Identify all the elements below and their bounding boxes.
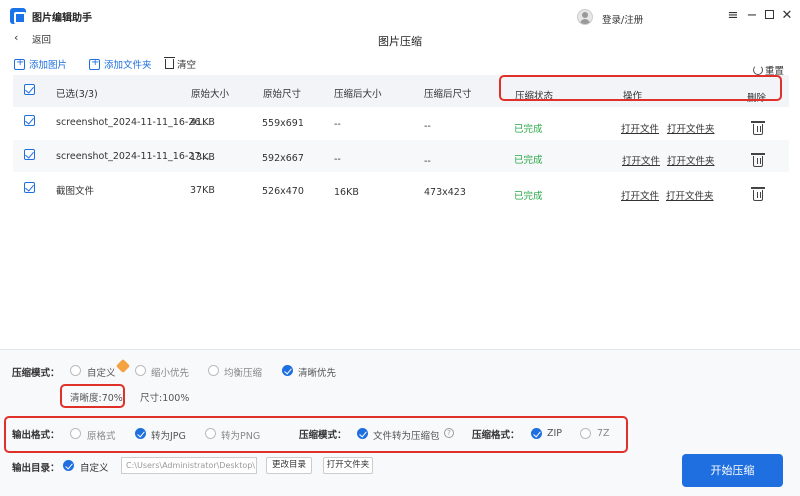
add-image-label: 添加图片 [29, 60, 68, 71]
add-image-icon [14, 57, 25, 70]
mode-clarity-radio[interactable] [282, 365, 293, 376]
status-badge: 已完成 [514, 191, 543, 202]
header-new-dim: 压缩后尺寸 [424, 89, 472, 100]
orig-size: 13KB [190, 152, 215, 163]
minimize-icon[interactable]: − [745, 9, 759, 23]
format-original-radio[interactable] [70, 428, 81, 439]
status-badge: 已完成 [514, 124, 543, 135]
header-new-size: 压缩后大小 [334, 89, 382, 100]
outdir-label: 输出目录： [12, 463, 60, 474]
orig-size: 37KB [190, 185, 215, 196]
new-size: 16KB [334, 187, 359, 198]
mode-balanced-radio[interactable] [208, 365, 219, 376]
mode-small-radio[interactable] [135, 365, 146, 376]
avatar-icon[interactable] [577, 9, 593, 25]
outdir-custom-radio[interactable] [63, 460, 74, 471]
app-title: 图片编辑助手 [32, 13, 92, 24]
delete-row-icon[interactable] [751, 187, 765, 201]
archive-7z-radio[interactable] [580, 428, 591, 439]
pack-option-label[interactable]: 文件转为压缩包 [373, 428, 440, 442]
pack-mode-label: 压缩模式： [299, 430, 347, 441]
size-value[interactable]: 尺寸:100% [140, 390, 189, 404]
open-file-link[interactable]: 打开文件 [621, 188, 659, 202]
mode-custom-label[interactable]: 自定义 [87, 365, 116, 379]
archive-zip-label[interactable]: ZIP [547, 428, 562, 439]
orig-dim: 559x691 [262, 118, 304, 129]
archive-label: 压缩格式： [472, 430, 520, 441]
new-dim: 473x423 [424, 187, 466, 198]
clear-button[interactable]: 清空 [164, 57, 197, 71]
open-file-link[interactable]: 打开文件 [622, 153, 660, 167]
change-dir-button[interactable]: 更改目录 [266, 457, 312, 474]
clear-icon [164, 57, 175, 69]
open-folder-link[interactable]: 打开文件夹 [667, 153, 715, 167]
format-label: 输出格式： [12, 430, 60, 441]
format-png-radio[interactable] [205, 428, 216, 439]
app-logo-icon [10, 8, 26, 24]
file-name: screenshot_2024-11-11_16-27... [56, 151, 210, 162]
add-folder-label: 添加文件夹 [104, 60, 152, 71]
orig-dim: 526x470 [262, 186, 304, 197]
maximize-icon[interactable] [762, 9, 776, 23]
outdir-custom-label[interactable]: 自定义 [80, 460, 109, 474]
archive-zip-radio[interactable] [531, 428, 542, 439]
new-dim: -- [424, 156, 431, 167]
new-dim: -- [424, 121, 431, 132]
reset-icon [753, 65, 763, 75]
select-all-checkbox[interactable] [24, 84, 35, 95]
mode-custom-radio[interactable] [70, 365, 81, 376]
add-folder-icon [89, 57, 100, 70]
delete-row-icon[interactable] [751, 121, 765, 135]
new-size: -- [334, 119, 341, 130]
archive-7z-label[interactable]: 7Z [597, 428, 610, 439]
pack-option-radio[interactable] [357, 428, 368, 439]
highlight-box-status [499, 75, 782, 101]
login-link[interactable]: 登录/注册 [602, 12, 643, 26]
header-orig-dim: 原始尺寸 [263, 89, 302, 100]
mode-balanced-label[interactable]: 均衡压缩 [224, 365, 262, 379]
add-image-button[interactable]: 添加图片 [14, 57, 67, 71]
orig-dim: 592x667 [262, 153, 304, 164]
highlight-box-clarity [60, 384, 125, 408]
page-title: 图片压缩 [378, 35, 422, 48]
format-png-label[interactable]: 转为PNG [221, 428, 260, 442]
open-folder-link[interactable]: 打开文件夹 [666, 188, 714, 202]
orig-size: 41KB [190, 117, 215, 128]
menu-icon[interactable]: ≡ [726, 9, 740, 23]
format-jpg-radio[interactable] [135, 428, 146, 439]
mode-clarity-label[interactable]: 清晰优先 [298, 365, 336, 379]
format-original-label[interactable]: 原格式 [87, 428, 116, 442]
help-icon[interactable]: ? [444, 428, 454, 438]
mode-small-label[interactable]: 缩小优先 [151, 365, 189, 379]
open-folder-button[interactable]: 打开文件夹 [323, 457, 373, 474]
add-folder-button[interactable]: 添加文件夹 [89, 57, 152, 71]
outdir-path-field[interactable]: C:\Users\Administrator\Desktop\ [121, 457, 257, 474]
delete-row-icon[interactable] [751, 153, 765, 167]
clear-label: 清空 [177, 60, 197, 71]
format-jpg-label[interactable]: 转为JPG [151, 428, 186, 442]
file-name: screenshot_2024-11-11_16-26... [56, 117, 210, 128]
status-badge: 已完成 [514, 155, 543, 166]
open-file-link[interactable]: 打开文件 [621, 121, 659, 135]
open-folder-link[interactable]: 打开文件夹 [667, 121, 715, 135]
row-checkbox[interactable] [24, 149, 35, 160]
mode-label: 压缩模式： [12, 368, 60, 379]
file-name: 截图文件 [56, 186, 95, 197]
new-size: -- [334, 154, 341, 165]
header-orig-size: 原始大小 [191, 89, 230, 100]
row-checkbox[interactable] [24, 182, 35, 193]
row-checkbox[interactable] [24, 115, 35, 126]
title-bar [0, 0, 800, 32]
close-icon[interactable]: ✕ [780, 9, 794, 23]
header-selected: 已选(3/3) [56, 89, 98, 100]
start-compress-button[interactable]: 开始压缩 [682, 454, 783, 487]
